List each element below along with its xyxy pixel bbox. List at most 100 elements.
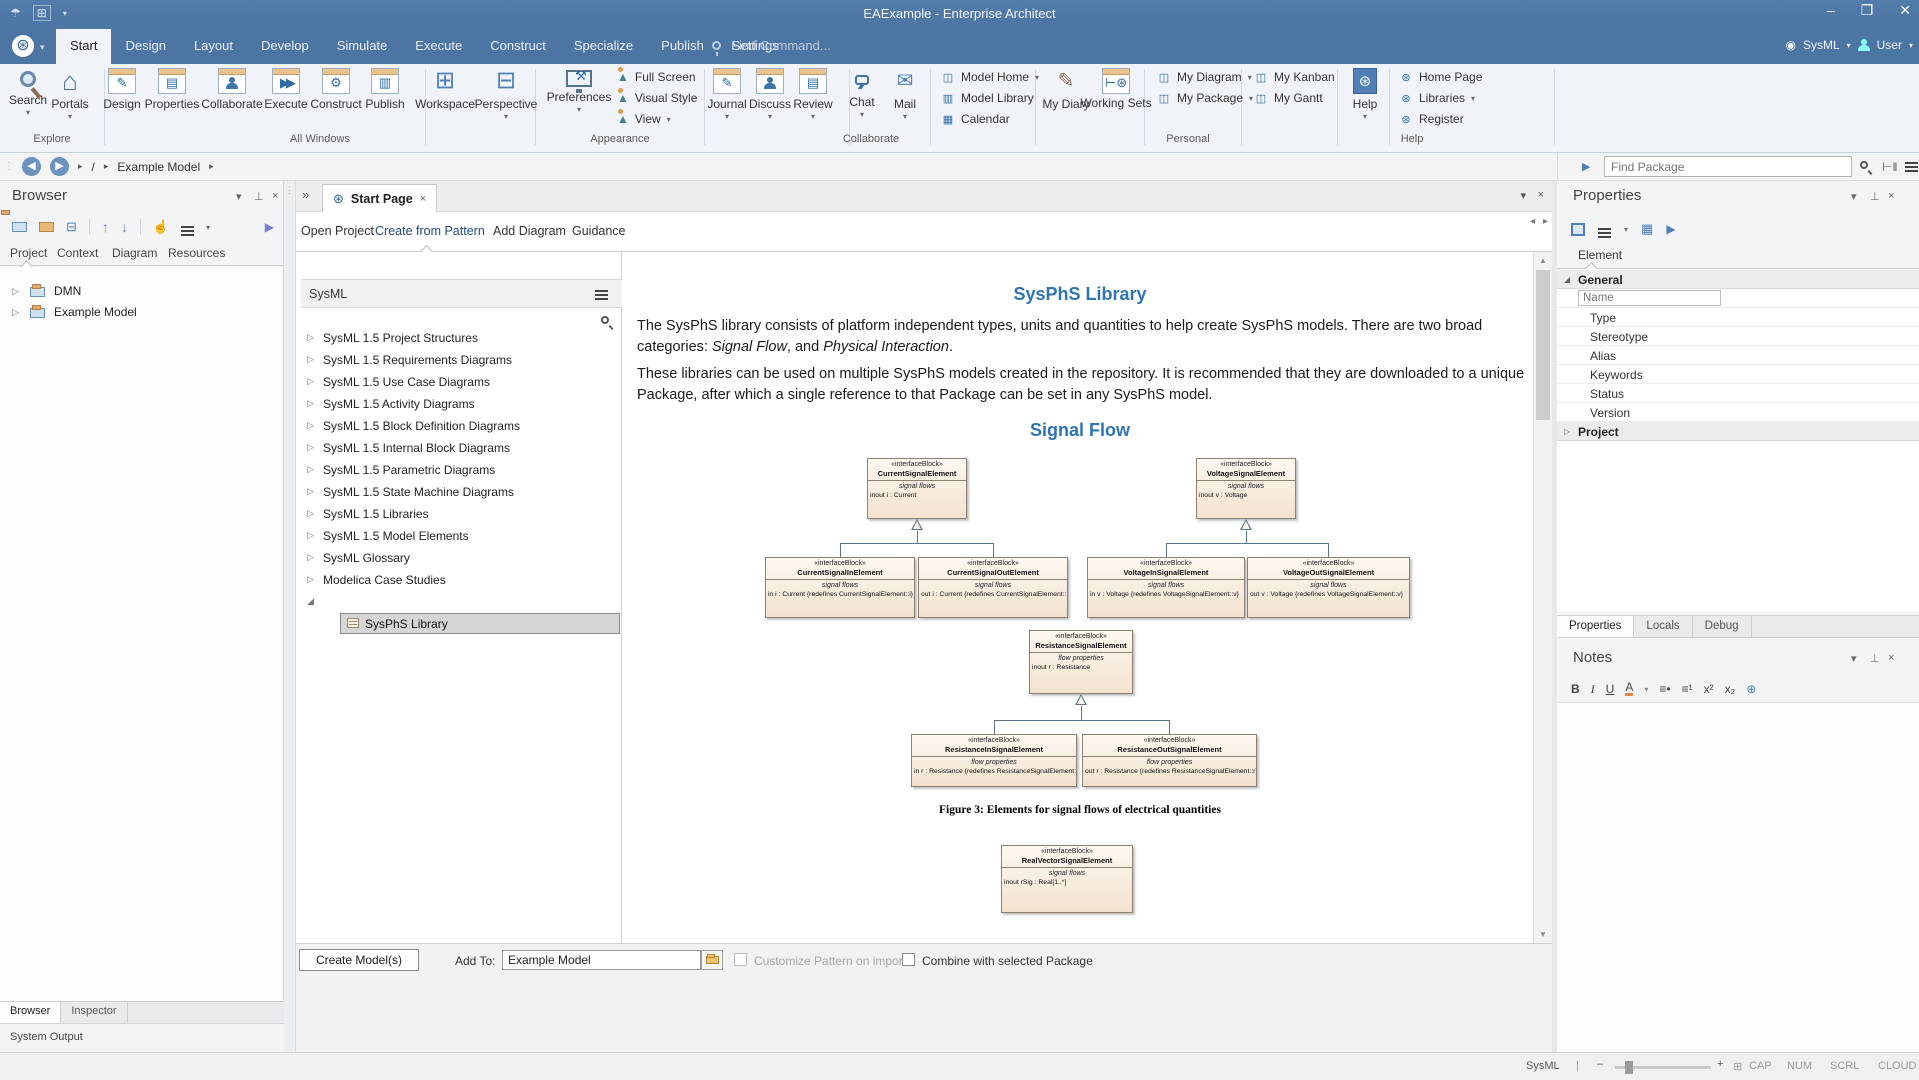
italic-button[interactable]: I: [1591, 682, 1595, 697]
hamburger-menu-icon[interactable]: [1905, 162, 1918, 164]
tab-properties[interactable]: Properties: [1557, 616, 1634, 637]
pattern-item[interactable]: ▷SysML 1.5 Requirements Diagrams: [301, 349, 622, 371]
subscript-button[interactable]: x₂: [1725, 682, 1736, 696]
browser-close-icon[interactable]: ×: [272, 190, 278, 202]
scroll-down-icon[interactable]: ▼: [1534, 926, 1552, 943]
preferences-button[interactable]: ⚒ Preferences ▾: [551, 68, 607, 114]
underline-button[interactable]: U: [1606, 682, 1615, 696]
statusbar-perspective[interactable]: SysML: [1526, 1060, 1560, 1072]
breadcrumb-arrow-icon[interactable]: ▸: [78, 161, 83, 172]
create-models-button[interactable]: Create Model(s): [299, 949, 419, 971]
collaborate-window-button[interactable]: Collaborate: [204, 68, 260, 111]
zoom-in-icon[interactable]: +: [1717, 1058, 1723, 1070]
category-project[interactable]: ▷ Project: [1557, 422, 1919, 441]
columns-icon[interactable]: ⊢‖: [1882, 160, 1897, 174]
notes-pin-icon[interactable]: ⊥: [1870, 652, 1880, 665]
uml-block-resistance-out-signal-element[interactable]: «interfaceBlock»ResistanceOutSignalEleme…: [1082, 734, 1257, 787]
navigate-forward-button[interactable]: ▶: [50, 157, 69, 176]
browse-package-button[interactable]: [701, 950, 723, 970]
help-button[interactable]: ⊛ Help ▾: [1337, 68, 1393, 121]
ribbon-tab-specialize[interactable]: Specialize: [560, 29, 647, 64]
bold-button[interactable]: B: [1571, 682, 1580, 696]
tree-item-dmn[interactable]: ▷ DMN: [0, 281, 283, 302]
zoom-slider-thumb[interactable]: [1625, 1061, 1633, 1074]
model-hierarchy-icon[interactable]: ⊟: [66, 219, 77, 235]
find-command-placeholder[interactable]: Find Command...: [731, 38, 831, 53]
scrollbar-thumb[interactable]: [1536, 270, 1550, 420]
notes-content[interactable]: [1557, 702, 1919, 1052]
uml-block-current-signal-out-element[interactable]: «interfaceBlock»CurrentSignalOutElement …: [918, 557, 1068, 618]
user-caret-icon[interactable]: ▾: [1909, 41, 1913, 50]
find-package-input[interactable]: [1604, 156, 1852, 177]
nav-guidance[interactable]: Guidance: [572, 224, 626, 238]
browser-pin-icon[interactable]: ⊥: [254, 190, 264, 203]
my-gantt-button[interactable]: ◫ My Gantt: [1254, 91, 1335, 105]
model-home-button[interactable]: ◫ Model Home ▾: [941, 70, 1039, 84]
tab-context[interactable]: Context: [57, 246, 98, 260]
pattern-menu-icon[interactable]: [595, 290, 608, 292]
ribbon-tab-simulate[interactable]: Simulate: [323, 29, 402, 64]
start-page-close-icon[interactable]: ×: [420, 193, 426, 205]
perspective-button[interactable]: ⊟ Perspective ▾: [478, 68, 534, 121]
mail-button[interactable]: ✉ Mail ▾: [877, 68, 933, 121]
toolbar-overflow-icon[interactable]: ▶: [265, 220, 274, 234]
panel-splitter[interactable]: ⋮: [284, 181, 296, 1052]
tab-debug[interactable]: Debug: [1693, 616, 1752, 637]
superscript-button[interactable]: x²: [1704, 682, 1714, 696]
pattern-item[interactable]: ▷SysML 1.5 Activity Diagrams: [301, 393, 622, 415]
name-field[interactable]: [1578, 290, 1721, 306]
pattern-item[interactable]: ▷SysML 1.5 Use Case Diagrams: [301, 371, 622, 393]
uml-block-voltage-out-signal-element[interactable]: «interfaceBlock»VoltageOutSignalElement …: [1247, 557, 1410, 618]
expand-triangle-icon[interactable]: ▷: [12, 286, 19, 297]
tab-resources[interactable]: Resources: [168, 246, 225, 260]
model-library-button[interactable]: ▥ Model Library: [941, 91, 1039, 105]
properties-pin-icon[interactable]: ⊥: [1870, 190, 1880, 203]
home-page-button[interactable]: ⊛ Home Page: [1399, 70, 1482, 84]
new-model-icon[interactable]: [12, 222, 27, 232]
start-page-tab[interactable]: ⊛ Start Page ×: [322, 184, 437, 212]
properties-menu-icon[interactable]: [1598, 228, 1611, 230]
pattern-search-icon[interactable]: [601, 316, 609, 324]
tree-item-example-model[interactable]: ▷ Example Model: [0, 302, 283, 323]
minimize-button[interactable]: –: [1827, 2, 1835, 19]
dock-tab-browser[interactable]: Browser: [0, 1002, 61, 1023]
ea-logo-icon[interactable]: ⊛: [12, 35, 34, 57]
pattern-item[interactable]: ▷SysML 1.5 Internal Block Diagrams: [301, 437, 622, 459]
ribbon-tab-develop[interactable]: Develop: [247, 29, 323, 64]
uml-block-current-signal-in-element[interactable]: «interfaceBlock»CurrentSignalInElement s…: [765, 557, 915, 618]
tab-element[interactable]: Element: [1578, 248, 1622, 262]
notes-dropdown-icon[interactable]: ▾: [1851, 652, 1857, 665]
restore-button[interactable]: ❐: [1861, 2, 1874, 19]
my-package-button[interactable]: ◫ My Package ▾: [1157, 91, 1253, 105]
tab-overflow-icon[interactable]: »: [302, 187, 309, 202]
customize-pattern-checkbox[interactable]: [734, 953, 747, 966]
portals-button[interactable]: ⌂ Portals ▾: [42, 68, 98, 121]
uml-block-voltage-signal-element[interactable]: «interfaceBlock»VoltageSignalElement sig…: [1196, 458, 1296, 519]
pattern-item[interactable]: ▷SysML 1.5 Block Definition Diagrams: [301, 415, 622, 437]
tabstrip-close-icon[interactable]: ×: [1538, 189, 1544, 201]
save-icon[interactable]: [1571, 223, 1585, 236]
property-row-stereotype[interactable]: Stereotype: [1557, 327, 1919, 346]
review-button[interactable]: ▤ Review ▾: [785, 68, 841, 121]
combine-package-checkbox[interactable]: [902, 953, 915, 966]
perspective-caret-icon[interactable]: ▾: [1847, 41, 1851, 50]
ribbon-tab-layout[interactable]: Layout: [180, 29, 247, 64]
pattern-group-header[interactable]: SysML: [301, 279, 622, 308]
working-sets-button[interactable]: ⊢⊛ Working Sets: [1088, 68, 1144, 110]
bullet-list-button[interactable]: ≡•: [1659, 682, 1670, 696]
property-row-status[interactable]: Status: [1557, 384, 1919, 403]
pattern-item[interactable]: ▷SysML 1.5 State Machine Diagrams: [301, 481, 622, 503]
tab-diagram[interactable]: Diagram: [112, 246, 157, 260]
full-screen-button[interactable]: ▲ Full Screen: [617, 70, 697, 84]
document-scrollbar[interactable]: ▲ ▼: [1533, 252, 1552, 943]
pattern-item[interactable]: ▷Modelica Case Studies: [301, 569, 622, 591]
ea-logo-caret-icon[interactable]: ▾: [40, 42, 45, 53]
breadcrumb-item[interactable]: Example Model: [117, 160, 200, 174]
expand-triangle-icon[interactable]: ▷: [12, 307, 19, 318]
layout-grid-icon[interactable]: ⊞: [1733, 1060, 1742, 1073]
calendar-button[interactable]: ▦ Calendar: [941, 112, 1039, 126]
my-diagram-button[interactable]: ◫ My Diagram ▾: [1157, 70, 1253, 84]
uml-block-resistance-in-signal-element[interactable]: «interfaceBlock»ResistanceInSignalElemen…: [911, 734, 1077, 787]
browser-menu-caret-icon[interactable]: ▾: [206, 223, 210, 232]
my-kanban-button[interactable]: ◫ My Kanban: [1254, 70, 1335, 84]
